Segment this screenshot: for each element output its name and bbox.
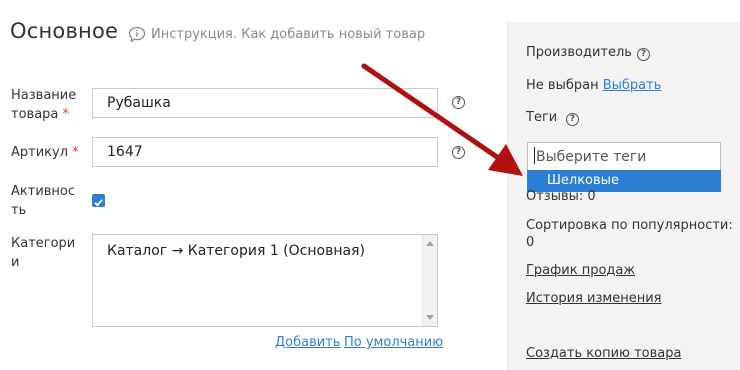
sales-chart-link[interactable]: График продаж	[526, 263, 635, 278]
name-label: Название товара *	[11, 86, 76, 124]
sku-input[interactable]: 1647	[92, 137, 438, 167]
tags-label: Теги	[526, 110, 558, 125]
active-label: Активнос ть	[11, 182, 75, 220]
manufacturer-label: Производитель	[526, 45, 632, 60]
scroll-down-icon[interactable]	[426, 315, 434, 320]
history-link[interactable]: История изменения	[526, 291, 661, 306]
reviews-count: Отзывы: 0	[526, 189, 596, 204]
category-value: Каталог → Категория 1 (Основная)	[107, 243, 365, 259]
info-speech-icon[interactable]	[128, 26, 146, 43]
copy-product-link[interactable]: Создать копию товара	[526, 346, 681, 361]
category-scrollbar[interactable]	[422, 235, 437, 326]
default-category-link[interactable]: По умолчанию	[344, 335, 443, 350]
page-title: Основное	[10, 19, 119, 43]
category-textarea[interactable]: Каталог → Категория 1 (Основная)	[92, 234, 438, 327]
category-label-line2: и	[11, 255, 20, 270]
required-mark: *	[62, 107, 70, 122]
sku-label-text: Артикул	[11, 145, 69, 160]
tags-placeholder: Выберите теги	[536, 149, 647, 165]
tags-input[interactable]: Выберите теги	[527, 142, 721, 172]
category-label-line1: Категори	[11, 236, 76, 251]
required-mark: *	[72, 145, 79, 160]
popularity-value: 0	[526, 235, 535, 250]
category-label: Категори и	[11, 234, 75, 272]
name-input[interactable]: Рубашка	[92, 88, 438, 118]
manufacturer-value: Не выбран	[526, 78, 599, 93]
name-help-icon[interactable]: ?	[452, 96, 465, 109]
name-label-line2: товара	[11, 107, 59, 122]
active-label-line2: ть	[11, 203, 27, 218]
text-caret	[534, 147, 535, 164]
sku-label: Артикул *	[11, 143, 79, 162]
manufacturer-row: Не выбран Выбрать	[526, 78, 661, 93]
popularity-label: Сортировка по популярности:	[526, 218, 733, 233]
choose-manufacturer-link[interactable]: Выбрать	[603, 78, 662, 93]
sidebar-panel: Производитель ? Не выбран Выбрать Теги ?…	[507, 22, 740, 370]
instruction-link[interactable]: Инструкция. Как добавить новый товар	[151, 27, 425, 42]
active-label-line1: Активнос	[11, 184, 76, 199]
scroll-up-icon[interactable]	[426, 241, 434, 246]
active-checkbox[interactable]	[92, 194, 105, 207]
checkmark-icon	[94, 199, 103, 207]
tags-help-icon[interactable]: ?	[566, 113, 579, 126]
sku-help-icon[interactable]: ?	[452, 146, 465, 159]
manufacturer-help-icon[interactable]: ?	[637, 48, 650, 61]
name-label-line1: Название	[11, 88, 77, 103]
add-category-link[interactable]: Добавить	[275, 335, 340, 350]
